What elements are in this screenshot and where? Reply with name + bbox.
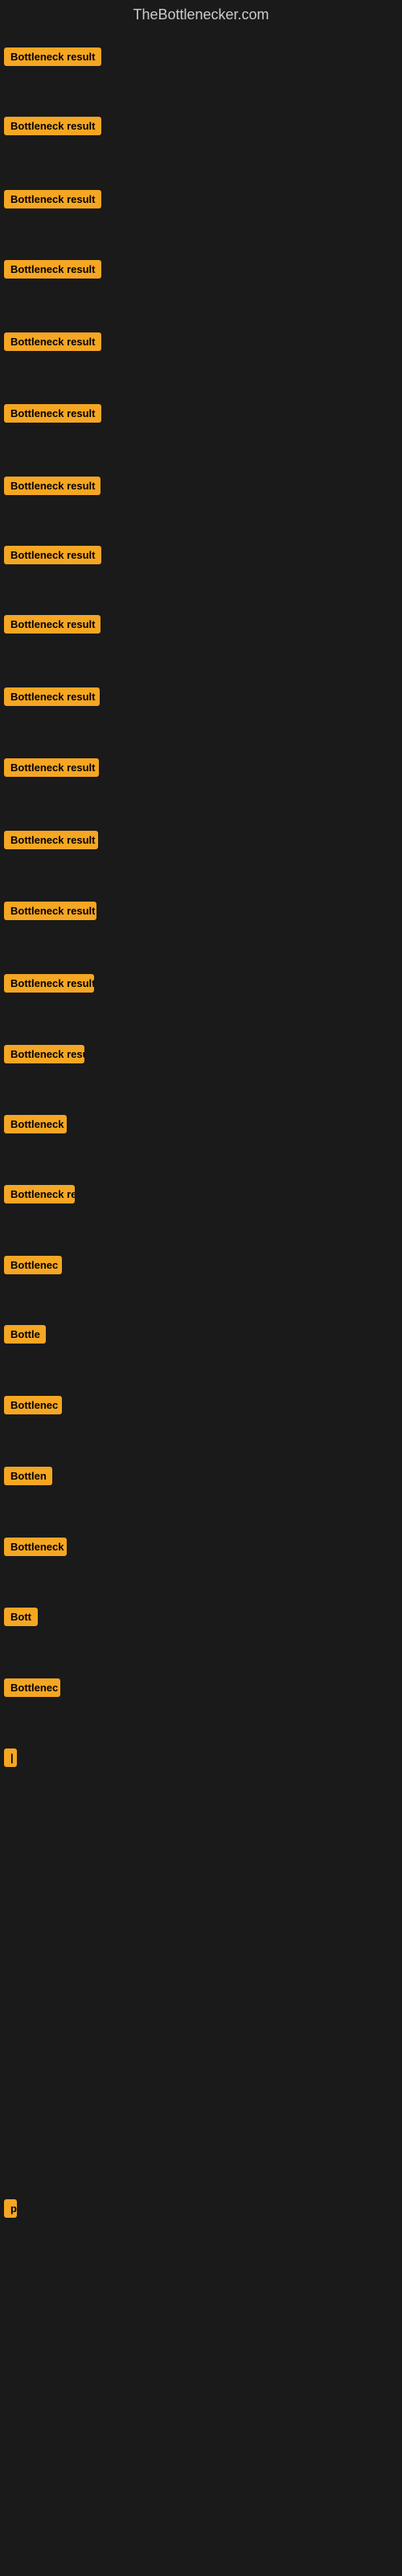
bottleneck-badge[interactable]: Bottlenec xyxy=(4,1678,60,1697)
items-container xyxy=(0,30,402,34)
bottleneck-badge[interactable]: Bottle xyxy=(4,1325,46,1344)
bottleneck-badge[interactable]: Bottleneck result xyxy=(4,831,98,849)
list-item: Bottleneck result xyxy=(4,188,101,214)
bottleneck-badge[interactable]: Bottleneck result xyxy=(4,687,100,706)
list-item: Bottleneck result xyxy=(4,402,101,428)
bottleneck-badge[interactable]: Bottleneck result xyxy=(4,190,101,208)
list-item: Bottlenec xyxy=(4,1394,62,1420)
bottleneck-badge[interactable]: Bottlenec xyxy=(4,1396,62,1414)
list-item: Bottlenec xyxy=(4,1254,62,1280)
bottleneck-badge[interactable]: Bottleneck result xyxy=(4,477,100,495)
bottleneck-badge[interactable]: Bottleneck result xyxy=(4,758,99,777)
bottleneck-badge[interactable]: Bottleneck result xyxy=(4,974,94,993)
list-item: Bottleneck result xyxy=(4,544,101,570)
bottleneck-badge[interactable]: Bottlenec xyxy=(4,1256,62,1274)
site-title: TheBottlenecker.com xyxy=(0,0,402,30)
list-item: Bottleneck result xyxy=(4,46,101,72)
bottleneck-badge[interactable]: Bottleneck re xyxy=(4,1185,75,1203)
list-item: Bottleneck result xyxy=(4,115,101,141)
list-item: Bottlen xyxy=(4,1465,52,1491)
list-item: Bottleneck result xyxy=(4,258,101,284)
list-item: Bottleneck resu xyxy=(4,1043,84,1069)
bottleneck-badge[interactable]: Bottleneck xyxy=(4,1538,67,1556)
bottleneck-badge[interactable]: p xyxy=(4,2199,17,2218)
bottleneck-badge[interactable]: Bottleneck result xyxy=(4,47,101,66)
bottleneck-badge[interactable]: Bottleneck result xyxy=(4,117,101,135)
bottleneck-badge[interactable]: | xyxy=(4,1748,17,1767)
list-item: Bottleneck result xyxy=(4,829,98,855)
list-item: Bottle xyxy=(4,1323,46,1349)
list-item: Bottleneck result xyxy=(4,972,94,998)
list-item: Bottleneck result xyxy=(4,613,100,639)
list-item: p xyxy=(4,2198,17,2223)
bottleneck-badge[interactable]: Bott xyxy=(4,1608,38,1626)
bottleneck-badge[interactable]: Bottleneck resu xyxy=(4,1045,84,1063)
bottleneck-badge[interactable]: Bottleneck result xyxy=(4,260,101,279)
list-item: Bott xyxy=(4,1606,38,1632)
list-item: | xyxy=(4,1747,17,1773)
list-item: Bottleneck re xyxy=(4,1183,75,1209)
bottleneck-badge[interactable]: Bottleneck result xyxy=(4,332,101,351)
list-item: Bottleneck result xyxy=(4,686,100,712)
bottleneck-badge[interactable]: Bottleneck result xyxy=(4,404,101,423)
bottleneck-badge[interactable]: Bottleneck result xyxy=(4,615,100,634)
list-item: Bottlenec xyxy=(4,1677,60,1703)
list-item: Bottleneck result xyxy=(4,900,96,926)
list-item: Bottleneck xyxy=(4,1113,67,1139)
bottleneck-badge[interactable]: Bottlen xyxy=(4,1467,52,1485)
list-item: Bottleneck result xyxy=(4,331,101,357)
bottleneck-badge[interactable]: Bottleneck result xyxy=(4,546,101,564)
list-item: Bottleneck result xyxy=(4,475,100,501)
bottleneck-badge[interactable]: Bottleneck xyxy=(4,1115,67,1133)
bottleneck-badge[interactable]: Bottleneck result xyxy=(4,902,96,920)
list-item: Bottleneck result xyxy=(4,757,99,782)
list-item: Bottleneck xyxy=(4,1536,67,1562)
